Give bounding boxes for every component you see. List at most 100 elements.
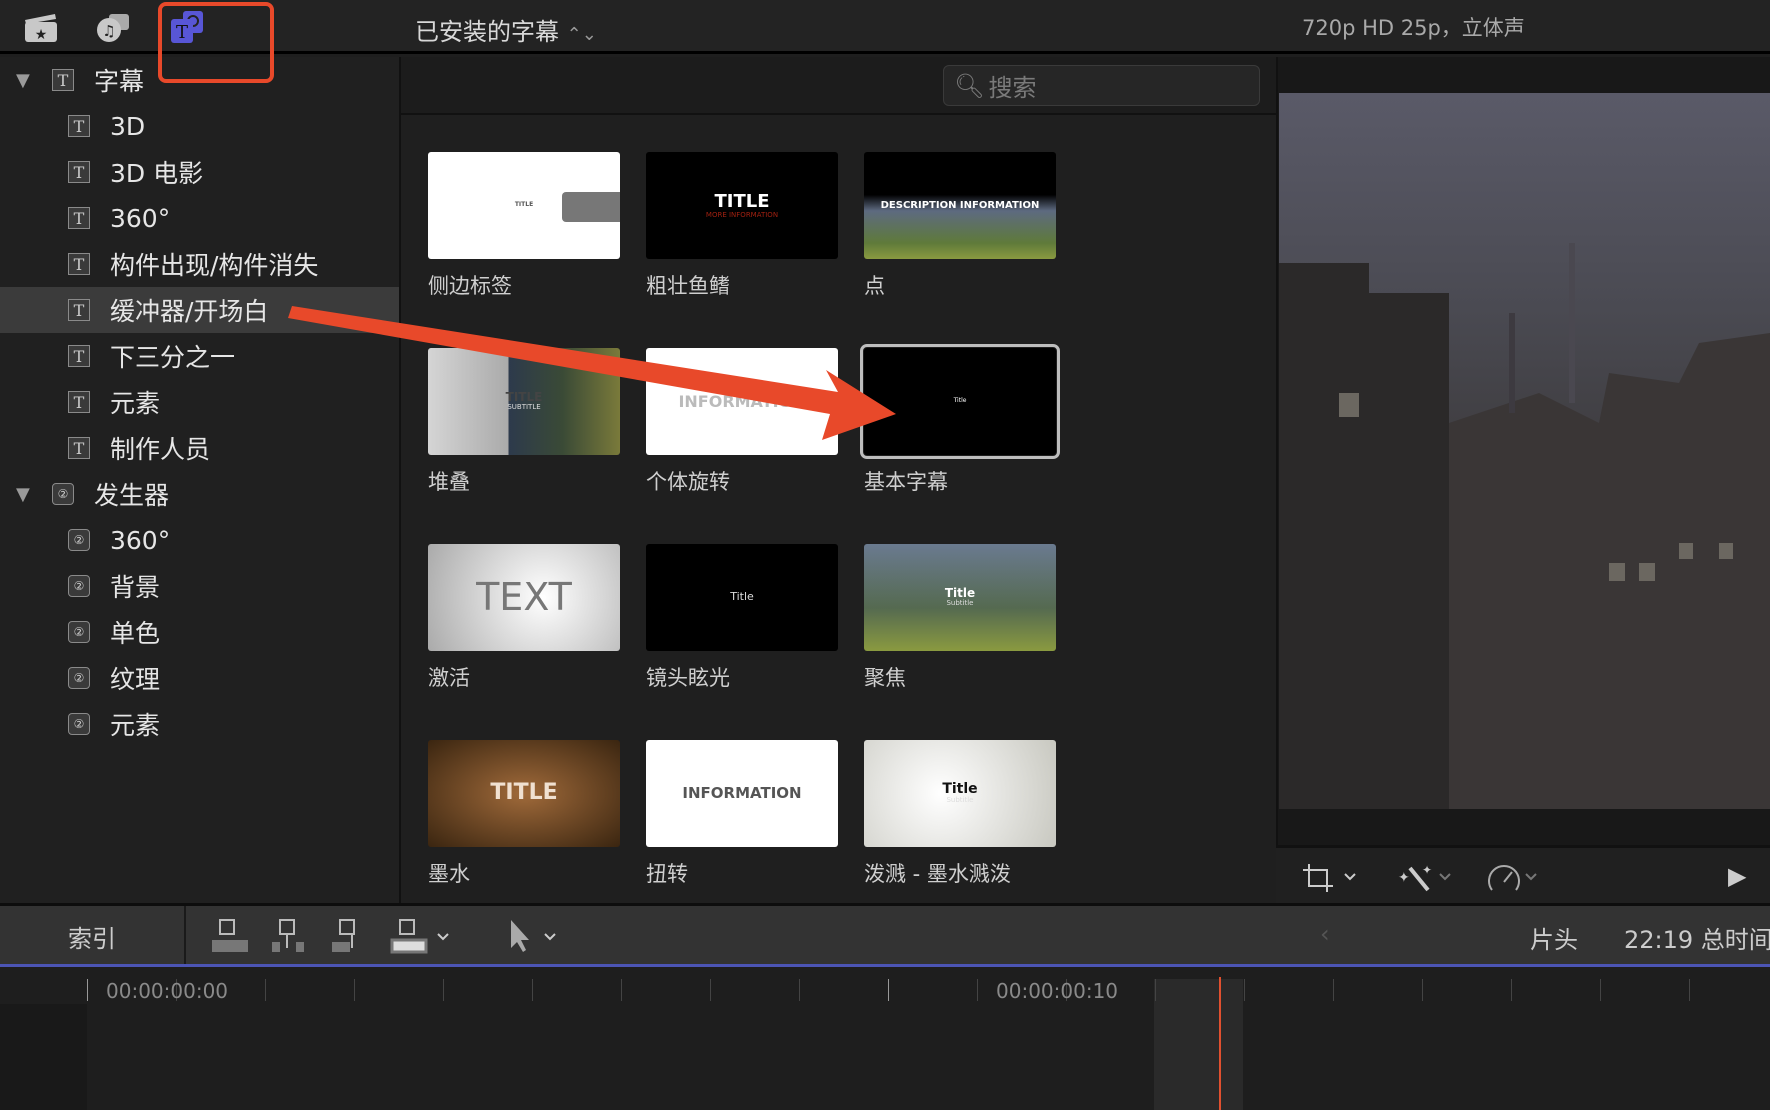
updown-chevron-icon: ⌃⌄ — [566, 24, 597, 45]
search-icon: 🔍︎ — [954, 71, 985, 100]
thumbnail-label: 镜头眩光 — [646, 666, 730, 690]
thumbnail-label: 堆叠 — [428, 470, 470, 494]
thumbnail-label: 粗壮鱼鳍 — [646, 274, 730, 298]
sidebar-item-label: 字幕 — [94, 67, 145, 96]
title-thumbnail[interactable]: TITLE SUBTITLE — [428, 348, 620, 455]
title-icon: T — [68, 391, 90, 413]
disclosure-triangle-icon[interactable]: ▼ — [16, 484, 30, 505]
sidebar-item-label: 纹理 — [110, 665, 161, 694]
crop-icon[interactable] — [1301, 860, 1361, 898]
title-icon: T — [68, 345, 90, 367]
thumbnail-label: 基本字幕 — [864, 470, 948, 494]
connect-clip-icon[interactable] — [210, 918, 250, 960]
thumbnail-text: INFORMATION — [682, 784, 802, 803]
title-icon: T — [68, 115, 90, 137]
title-thumbnail[interactable]: TEXT — [428, 544, 620, 651]
title-thumbnail[interactable]: INFORMATION — [646, 740, 838, 847]
overwrite-clip-icon[interactable] — [390, 918, 454, 960]
sidebar-item[interactable]: ② 360° — [0, 517, 399, 563]
timeline-toolbar: 索引 ‹ 片头 22:19 总时间 — [0, 903, 1770, 967]
svg-text:♫: ♫ — [102, 22, 115, 40]
viewer-image — [1279, 93, 1770, 809]
title-thumbnail[interactable]: INFORMATION — [646, 348, 838, 455]
thumbnail-subtext: MORE INFORMATION — [705, 210, 779, 219]
thumbnail-label: 墨水 — [428, 862, 470, 886]
svg-text:★: ★ — [35, 27, 48, 43]
title-thumbnail[interactable]: Title Subtitle — [864, 544, 1056, 651]
timeline-gutter — [0, 1004, 87, 1110]
ruler-tick — [1422, 979, 1423, 1001]
title-icon: T — [68, 253, 90, 275]
sidebar-item[interactable]: ② 纹理 — [0, 655, 399, 701]
title-thumbnail[interactable]: TITLE — [428, 152, 620, 259]
thumbnail-text: INFORMATION — [678, 391, 806, 411]
generator-icon: ② — [68, 575, 90, 597]
sidebar-item-label: 元素 — [110, 389, 161, 418]
search-input[interactable]: 🔍︎ 搜索 — [943, 65, 1260, 106]
thumbnail-text: TITLE — [514, 201, 534, 209]
photo-music-icon[interactable]: ♫ — [92, 8, 134, 46]
thumbnail-text: TITLE — [714, 190, 770, 212]
sidebar-item[interactable]: T 缓冲器/开场白 — [0, 287, 399, 333]
selected-range — [1154, 979, 1243, 1110]
title-icon: T — [68, 207, 90, 229]
playhead[interactable] — [1219, 977, 1221, 1110]
timeline: 00:00:00:00 00:00:00:10 — [0, 967, 1770, 1110]
thumbnail-text: DESCRIPTION INFORMATION — [880, 200, 1040, 211]
play-icon[interactable]: ▶ — [1728, 862, 1746, 890]
sidebar-item[interactable]: T 制作人员 — [0, 425, 399, 471]
sidebar-item-label: 发生器 — [94, 481, 170, 510]
append-clip-icon[interactable] — [330, 918, 370, 960]
sidebar-item[interactable]: ② 背景 — [0, 563, 399, 609]
sidebar-item-label: 单色 — [110, 619, 161, 648]
insert-clip-icon[interactable] — [270, 918, 310, 960]
generator-icon: ② — [68, 529, 90, 551]
sidebar-item[interactable]: T 3D 电影 — [0, 149, 399, 195]
thumbnail-text: TITLE — [490, 780, 558, 806]
ruler-tick — [1689, 979, 1690, 1001]
sidebar-item-label: 制作人员 — [110, 435, 211, 464]
ruler-tick — [1155, 979, 1156, 1001]
sidebar-item[interactable]: ② 单色 — [0, 609, 399, 655]
sidebar-item[interactable]: T 下三分之一 — [0, 333, 399, 379]
ruler-tick — [443, 979, 444, 1001]
title-icon: T — [68, 437, 90, 459]
sidebar-item[interactable]: ▼ ② 发生器 — [0, 471, 399, 517]
previous-arrow-icon[interactable]: ‹ — [1320, 920, 1330, 948]
thumbnail-subtext: Subtitle — [946, 599, 974, 608]
ruler-tick — [532, 979, 533, 1001]
sidebar-item[interactable]: T 3D — [0, 103, 399, 149]
sidebar-item[interactable]: ② 元素 — [0, 701, 399, 747]
thumbnail-label: 个体旋转 — [646, 470, 730, 494]
index-button[interactable]: 索引 — [0, 906, 186, 967]
sidebar-item-label: 元素 — [110, 711, 161, 740]
ruler-tick — [354, 979, 355, 1001]
disclosure-triangle-icon[interactable]: ▼ — [16, 70, 30, 91]
sidebar-item-label: 360° — [110, 203, 171, 233]
title-thumbnail[interactable]: Title — [860, 344, 1060, 459]
clip-name: 片头 — [1530, 926, 1578, 954]
library-title-dropdown[interactable]: 已安装的字幕 ⌃⌄ — [415, 12, 597, 47]
highlight-box — [158, 2, 274, 83]
title-thumbnail[interactable]: Title — [646, 544, 838, 651]
title-icon: T — [68, 161, 90, 183]
title-thumbnail[interactable]: DESCRIPTION INFORMATION — [864, 152, 1056, 259]
speedometer-icon[interactable] — [1486, 860, 1546, 898]
ruler-tick — [977, 979, 978, 1001]
thumbnail-label: 点 — [864, 274, 885, 298]
sidebar-item[interactable]: T 360° — [0, 195, 399, 241]
clapper-star-icon[interactable]: ★ — [20, 8, 62, 46]
magic-wand-icon[interactable]: ✦ ✦ — [1396, 860, 1456, 898]
sidebar-item[interactable]: T 元素 — [0, 379, 399, 425]
sidebar-item-label: 缓冲器/开场白 — [110, 297, 269, 326]
sidebar-item[interactable]: T 构件出现/构件消失 — [0, 241, 399, 287]
svg-text:✦: ✦ — [1398, 870, 1410, 886]
thumbnail-text: Title — [942, 780, 978, 797]
title-thumbnail[interactable]: TITLE MORE INFORMATION — [646, 152, 838, 259]
ruler-tick — [87, 979, 88, 1001]
sidebar-item-label: 3D — [110, 111, 146, 141]
title-thumbnail[interactable]: Title Subtitle — [864, 740, 1056, 847]
thumbnail-label: 激活 — [428, 666, 470, 690]
title-thumbnail[interactable]: TITLE — [428, 740, 620, 847]
select-tool-icon[interactable] — [505, 918, 565, 960]
